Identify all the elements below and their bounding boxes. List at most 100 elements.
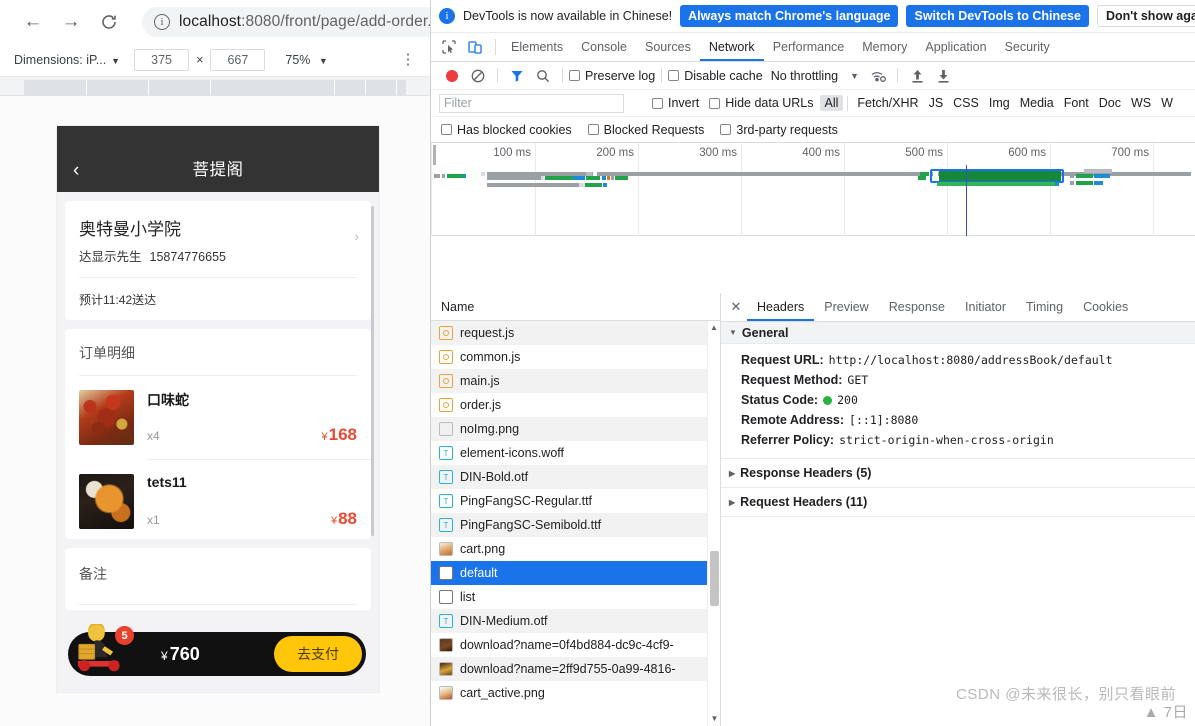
import-har-icon[interactable]	[904, 63, 930, 89]
request-name[interactable]: PingFangSC-Semibold.ttf	[460, 518, 601, 532]
chevron-down-icon[interactable]: ▼	[850, 71, 859, 81]
request-name[interactable]: order.js	[460, 398, 501, 412]
filter-input[interactable]: Filter	[439, 93, 624, 113]
record-stop-icon[interactable]	[439, 63, 465, 89]
always-match-language-button[interactable]: Always match Chrome's language	[680, 5, 899, 27]
scroll-down-arrow-icon[interactable]: ▼	[708, 712, 720, 726]
request-name-column-header[interactable]: Name	[431, 293, 720, 321]
detail-tab-response[interactable]: Response	[879, 293, 955, 321]
dont-show-again-button[interactable]: Don't show aga	[1096, 5, 1195, 27]
tab-network[interactable]: Network	[699, 33, 764, 61]
tab-memory[interactable]: Memory	[853, 33, 916, 61]
has-blocked-cookies-checkbox[interactable]: Has blocked cookies	[441, 123, 572, 137]
clear-log-icon[interactable]	[465, 63, 491, 89]
detail-tab-headers[interactable]: Headers	[747, 293, 815, 321]
device-width-input[interactable]: 375	[134, 49, 190, 71]
tab-sources[interactable]: Sources	[636, 33, 700, 61]
request-name[interactable]: download?name=0f4bd884-dc9c-4cf9-	[460, 638, 674, 652]
detail-tab-cookies[interactable]: Cookies	[1073, 293, 1138, 321]
device-toolbar-icon[interactable]	[462, 34, 489, 61]
overview-selection-window[interactable]	[930, 169, 1064, 183]
request-name[interactable]: noImg.png	[460, 422, 519, 436]
overview-tick-label: 400 ms	[802, 147, 840, 159]
detail-tab-preview[interactable]: Preview	[814, 293, 878, 321]
note-card[interactable]: 备注	[65, 548, 371, 610]
back-arrow-icon[interactable]: ←	[14, 3, 52, 41]
scrollbar-thumb[interactable]	[710, 551, 719, 606]
general-section-header[interactable]: ▼ General	[721, 322, 1195, 344]
reload-icon[interactable]	[90, 3, 128, 41]
request-name[interactable]: default	[460, 566, 498, 580]
tab-performance[interactable]: Performance	[764, 33, 854, 61]
chevron-right-icon[interactable]: ›	[354, 228, 359, 244]
filter-type-media[interactable]: Media	[1015, 95, 1059, 111]
info-circle-icon[interactable]: i	[154, 13, 170, 30]
detail-tab-initiator[interactable]: Initiator	[955, 293, 1016, 321]
filter-type-all[interactable]: All	[819, 95, 844, 111]
request-name[interactable]: DIN-Bold.otf	[460, 470, 528, 484]
request-name[interactable]: common.js	[460, 350, 520, 364]
tab-elements[interactable]: Elements	[502, 33, 572, 61]
overview-left-handle[interactable]	[433, 145, 436, 165]
request-name[interactable]: download?name=2ff9d755-0a99-4816-	[460, 662, 676, 676]
checkbox-box[interactable]	[668, 70, 680, 81]
device-zoom-selector[interactable]: 75% ▼	[285, 53, 327, 67]
tab-security[interactable]: Security	[996, 33, 1059, 61]
device-preset-selector[interactable]: Dimensions: iP... ▼	[14, 53, 120, 67]
request-name[interactable]: DIN-Medium.otf	[460, 614, 548, 628]
kebab-menu-icon[interactable]: ⋮	[400, 52, 416, 67]
filter-type-fetch-xhr[interactable]: Fetch/XHR	[852, 95, 923, 111]
address-card[interactable]: 奥特曼小学院 达显示先生 15874776655 › 预计11:42送达	[65, 201, 371, 320]
checkbox-box[interactable]	[441, 124, 452, 135]
filter-type-wasm[interactable]: W	[1156, 95, 1178, 111]
inspect-element-icon[interactable]	[435, 34, 462, 61]
preserve-log-checkbox[interactable]: Preserve log	[569, 69, 655, 83]
forward-arrow-icon[interactable]: →	[52, 3, 90, 41]
checkbox-box[interactable]	[569, 70, 580, 81]
phone-scrollbar[interactable]	[371, 206, 374, 536]
request-name[interactable]: element-icons.woff	[460, 446, 564, 460]
filter-type-js[interactable]: JS	[924, 95, 949, 111]
back-chevron-icon[interactable]: ‹	[73, 160, 79, 182]
checkbox-box[interactable]	[709, 97, 721, 109]
request-list-scrollbar[interactable]: ▲ ▼	[707, 321, 720, 726]
request-name[interactable]: list	[460, 590, 475, 604]
close-icon[interactable]: ✕	[725, 299, 747, 315]
throttling-selector[interactable]: No throttling	[771, 69, 838, 83]
filter-type-css[interactable]: CSS	[948, 95, 984, 111]
request-name[interactable]: PingFangSC-Regular.ttf	[460, 494, 592, 508]
request-name[interactable]: request.js	[460, 326, 514, 340]
filter-type-ws[interactable]: WS	[1126, 95, 1156, 111]
filter-type-img[interactable]: Img	[984, 95, 1015, 111]
request-name[interactable]: cart_active.png	[460, 686, 545, 700]
invert-checkbox[interactable]: Invert	[652, 96, 699, 110]
request-name[interactable]: main.js	[460, 374, 500, 388]
checkbox-box[interactable]	[652, 97, 663, 109]
detail-tab-timing[interactable]: Timing	[1016, 293, 1073, 321]
tab-application[interactable]: Application	[916, 33, 995, 61]
network-conditions-icon[interactable]	[865, 63, 891, 89]
blocked-requests-checkbox[interactable]: Blocked Requests	[587, 123, 704, 137]
tab-console[interactable]: Console	[572, 33, 636, 61]
request-name[interactable]: cart.png	[460, 542, 505, 556]
checkbox-box[interactable]	[720, 124, 732, 135]
filter-funnel-icon[interactable]	[504, 63, 530, 89]
checkbox-box[interactable]	[587, 124, 599, 135]
filter-type-doc[interactable]: Doc	[1094, 95, 1126, 111]
general-key: Remote Address:	[741, 413, 845, 427]
search-icon[interactable]	[530, 63, 556, 89]
response-headers-section[interactable]: ▶ Response Headers (5)	[721, 459, 1195, 488]
overview-time-marker	[966, 165, 967, 236]
third-party-requests-checkbox[interactable]: 3rd-party requests	[720, 123, 838, 137]
filter-type-font[interactable]: Font	[1059, 95, 1094, 111]
device-height-input[interactable]: 667	[210, 49, 266, 71]
request-headers-section[interactable]: ▶ Request Headers (11)	[721, 488, 1195, 517]
hide-data-urls-checkbox[interactable]: Hide data URLs	[709, 96, 814, 110]
scroll-up-arrow-icon[interactable]: ▲	[708, 321, 720, 335]
switch-to-chinese-button[interactable]: Switch DevTools to Chinese	[906, 5, 1089, 27]
export-har-icon[interactable]	[930, 63, 956, 89]
general-value: GET	[847, 373, 869, 387]
disable-cache-checkbox[interactable]: Disable cache	[668, 69, 763, 83]
pay-button[interactable]: 去支付	[274, 636, 362, 672]
network-overview-timeline[interactable]: 100 ms 200 ms 300 ms 400 ms 500 ms 600 m…	[431, 143, 1195, 236]
